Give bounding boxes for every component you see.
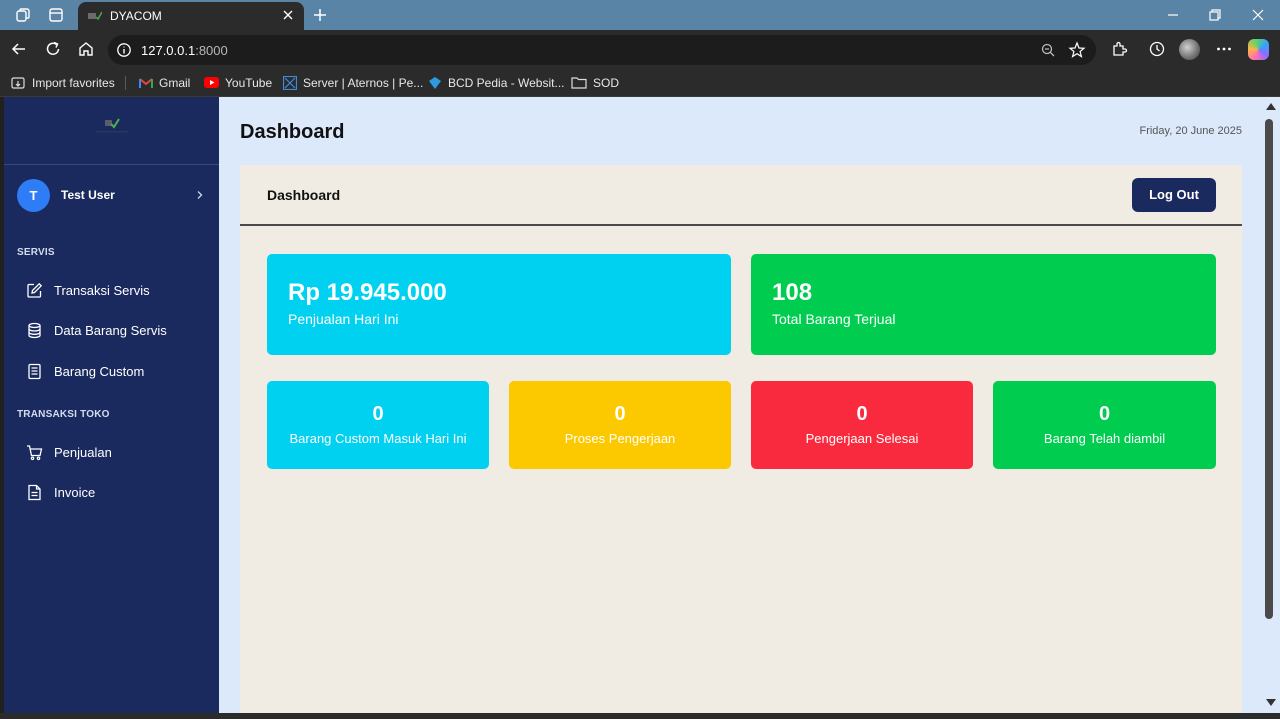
stat-card-total-barang-terjual: 108 Total Barang Terjual xyxy=(751,254,1216,355)
stat-value: 0 xyxy=(614,403,626,425)
address-bar[interactable]: 127.0.0.1:8000 xyxy=(108,35,1096,65)
folder-icon xyxy=(571,77,587,89)
browser-title-bar: DYACOM xyxy=(0,0,1280,30)
home-icon[interactable] xyxy=(77,40,95,58)
stat-value: 0 xyxy=(856,403,868,425)
tab-title: DYACOM xyxy=(110,9,162,23)
cart-icon xyxy=(27,445,43,461)
stat-card-penjualan-hari-ini: Rp 19.945.000 Penjualan Hari Ini xyxy=(267,254,731,355)
zoom-icon[interactable] xyxy=(1040,42,1056,58)
page-title: Dashboard xyxy=(240,121,345,143)
stat-value: 0 xyxy=(372,403,384,425)
aternos-icon xyxy=(283,75,297,90)
bookmarks-bar: Import favorites Gmail YouTube Server | … xyxy=(0,68,1280,97)
gmail-icon xyxy=(139,77,153,88)
database-icon xyxy=(28,322,41,339)
stat-label: Barang Custom Masuk Hari Ini xyxy=(289,431,467,446)
user-avatar: T xyxy=(17,179,50,212)
bookmark-import-favorites[interactable]: Import favorites xyxy=(10,74,115,91)
chevron-right-icon xyxy=(197,191,203,199)
stat-label: Barang Telah diambil xyxy=(1043,431,1166,446)
extensions-icon[interactable] xyxy=(1110,40,1128,58)
more-menu-icon[interactable] xyxy=(1215,40,1233,58)
url-text: 127.0.0.1:8000 xyxy=(141,43,228,58)
workspaces-icon[interactable] xyxy=(14,6,32,24)
stat-value: 0 xyxy=(1098,403,1111,425)
web-page: T Test User SERVIS Transaksi Servis Data… xyxy=(4,97,1262,713)
stat-card-barang-telah-diambil: 0 Barang Telah diambil xyxy=(993,381,1216,469)
sidebar-divider xyxy=(4,164,219,165)
youtube-icon xyxy=(204,77,219,88)
favorite-star-icon[interactable] xyxy=(1068,41,1086,59)
bookmark-youtube[interactable]: YouTube xyxy=(204,74,272,91)
sidebar-item-invoice[interactable]: Invoice xyxy=(26,479,211,507)
copilot-icon[interactable] xyxy=(1248,39,1269,60)
dyacom-favicon-icon xyxy=(88,11,102,21)
refresh-icon[interactable] xyxy=(44,40,62,58)
current-date: Friday, 20 June 2025 xyxy=(1139,125,1242,137)
back-icon[interactable] xyxy=(10,40,28,58)
stat-label: Proses Pengerjaan xyxy=(564,431,676,446)
browser-tab-active[interactable]: DYACOM xyxy=(78,2,304,30)
dyacom-logo xyxy=(96,118,128,133)
new-tab-icon[interactable] xyxy=(311,6,329,24)
bcd-pedia-icon xyxy=(429,76,441,89)
user-name: Test User xyxy=(61,188,115,202)
bookmarks-separator xyxy=(125,76,126,90)
sidebar-item-label: Barang Custom xyxy=(54,364,145,379)
scroll-up-arrow-icon[interactable] xyxy=(1266,103,1276,110)
sidebar-section-transaksi-toko: TRANSAKSI TOKO xyxy=(17,409,110,420)
scroll-down-arrow-icon[interactable] xyxy=(1266,699,1276,706)
restore-icon[interactable] xyxy=(1207,7,1223,23)
dashboard-panel: Dashboard Log Out Rp 19.945.000 Penjuala… xyxy=(240,165,1242,713)
sidebar-item-label: Penjualan xyxy=(54,445,112,460)
bookmark-folder-sod[interactable]: SOD xyxy=(571,74,619,91)
tab-actions-icon[interactable] xyxy=(47,6,65,24)
minimize-icon[interactable] xyxy=(1165,7,1181,23)
stat-label: Total Barang Terjual xyxy=(772,311,896,327)
panel-title: Dashboard xyxy=(267,187,341,203)
close-tab-icon[interactable] xyxy=(280,7,296,23)
sidebar-item-label: Data Barang Servis xyxy=(54,323,167,338)
panel-header: Dashboard Log Out xyxy=(240,165,1242,226)
bookmark-aternos[interactable]: Server | Aternos | Pe... xyxy=(283,74,423,91)
stat-value: Rp 19.945.000 xyxy=(288,279,447,306)
logout-button[interactable]: Log Out xyxy=(1132,178,1216,212)
stat-card-pengerjaan-selesai: 0 Pengerjaan Selesai xyxy=(751,381,973,469)
invoice-icon xyxy=(28,484,41,501)
sidebar-item-data-barang-servis[interactable]: Data Barang Servis xyxy=(26,317,211,345)
browser-toolbar: 127.0.0.1:8000 xyxy=(0,30,1280,68)
history-icon[interactable] xyxy=(1148,40,1166,58)
window-bottom-edge xyxy=(0,713,1280,719)
sidebar: T Test User SERVIS Transaksi Servis Data… xyxy=(4,97,219,713)
stat-card-barang-custom-masuk: 0 Barang Custom Masuk Hari Ini xyxy=(267,381,489,469)
sidebar-item-barang-custom[interactable]: Barang Custom xyxy=(26,358,211,386)
sidebar-item-label: Invoice xyxy=(54,485,96,500)
bookmark-bcd-pedia[interactable]: BCD Pedia - Websit... xyxy=(428,74,564,91)
scrollbar-thumb[interactable] xyxy=(1265,119,1273,619)
site-info-icon[interactable] xyxy=(116,42,132,58)
edit-icon xyxy=(27,282,43,298)
profile-avatar[interactable] xyxy=(1179,39,1200,60)
sidebar-item-penjualan[interactable]: Penjualan xyxy=(26,439,211,467)
stat-label: Penjualan Hari Ini xyxy=(288,311,399,327)
import-icon xyxy=(11,76,25,89)
bookmark-gmail[interactable]: Gmail xyxy=(139,74,190,91)
stat-card-proses-pengerjaan: 0 Proses Pengerjaan xyxy=(509,381,731,469)
stat-label: Pengerjaan Selesai xyxy=(805,431,919,446)
close-window-icon[interactable] xyxy=(1250,7,1266,23)
page-scrollbar[interactable] xyxy=(1262,97,1280,713)
stat-value: 108 xyxy=(772,279,813,306)
sidebar-item-label: Transaksi Servis xyxy=(54,283,150,298)
sidebar-user-profile[interactable]: T Test User xyxy=(4,179,219,213)
sidebar-item-transaksi-servis[interactable]: Transaksi Servis xyxy=(26,277,211,305)
sidebar-section-servis: SERVIS xyxy=(17,247,55,258)
main-content: Dashboard Friday, 20 June 2025 Dashboard… xyxy=(219,97,1262,713)
document-list-icon xyxy=(28,363,41,380)
